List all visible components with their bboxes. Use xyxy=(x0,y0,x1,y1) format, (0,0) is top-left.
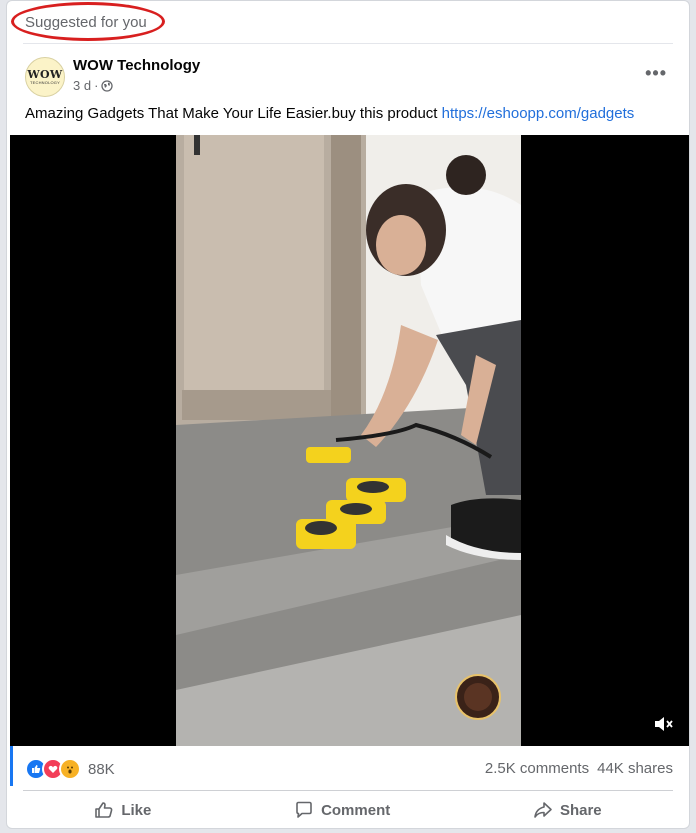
thumbs-up-icon xyxy=(95,802,113,818)
engagement-stats: 2.5K comments 44K shares xyxy=(485,760,673,777)
post-body: Amazing Gadgets That Make Your Life Easi… xyxy=(25,105,442,122)
meta-separator: · xyxy=(94,78,99,93)
post-accent-bar xyxy=(10,746,13,786)
like-label: Like xyxy=(121,801,152,819)
post-card: Suggested for you WOW TECHNOLOGY WOW Tec… xyxy=(6,0,690,829)
reaction-summary[interactable]: 88K xyxy=(25,758,115,780)
more-options-button[interactable]: ••• xyxy=(645,63,667,84)
divider xyxy=(23,43,673,44)
post-meta: 3 d · xyxy=(73,78,114,93)
post-link[interactable]: https://eshoopp.com/gadgets xyxy=(442,105,635,122)
globe-icon xyxy=(101,79,114,92)
comment-button[interactable]: Comment xyxy=(274,794,410,826)
shares-count[interactable]: 44K shares xyxy=(597,760,673,777)
post-text: Amazing Gadgets That Make Your Life Easi… xyxy=(25,105,634,122)
comment-icon xyxy=(296,801,312,818)
post-actions: Like Comment Share xyxy=(23,793,673,827)
reaction-count: 88K xyxy=(88,760,115,778)
like-button[interactable]: Like xyxy=(74,794,171,826)
avatar-logo-text: WOW xyxy=(27,68,63,81)
comments-count[interactable]: 2.5K comments xyxy=(485,760,589,777)
share-label: Share xyxy=(559,801,602,819)
post-timestamp[interactable]: 3 d xyxy=(73,78,91,93)
page-name-link[interactable]: WOW Technology xyxy=(73,57,200,74)
share-button[interactable]: Share xyxy=(513,794,622,826)
avatar-logo-subtext: TECHNOLOGY xyxy=(29,80,60,85)
comment-label: Comment xyxy=(321,801,391,819)
suggested-label: Suggested for you xyxy=(25,14,147,31)
video-player[interactable] xyxy=(10,135,689,746)
wow-reaction-icon xyxy=(59,758,81,780)
share-icon xyxy=(534,802,552,818)
page-avatar[interactable]: WOW TECHNOLOGY xyxy=(25,57,65,97)
divider xyxy=(23,790,673,791)
video-still xyxy=(176,135,521,746)
video-frame xyxy=(176,135,521,746)
mute-icon[interactable] xyxy=(653,714,675,734)
